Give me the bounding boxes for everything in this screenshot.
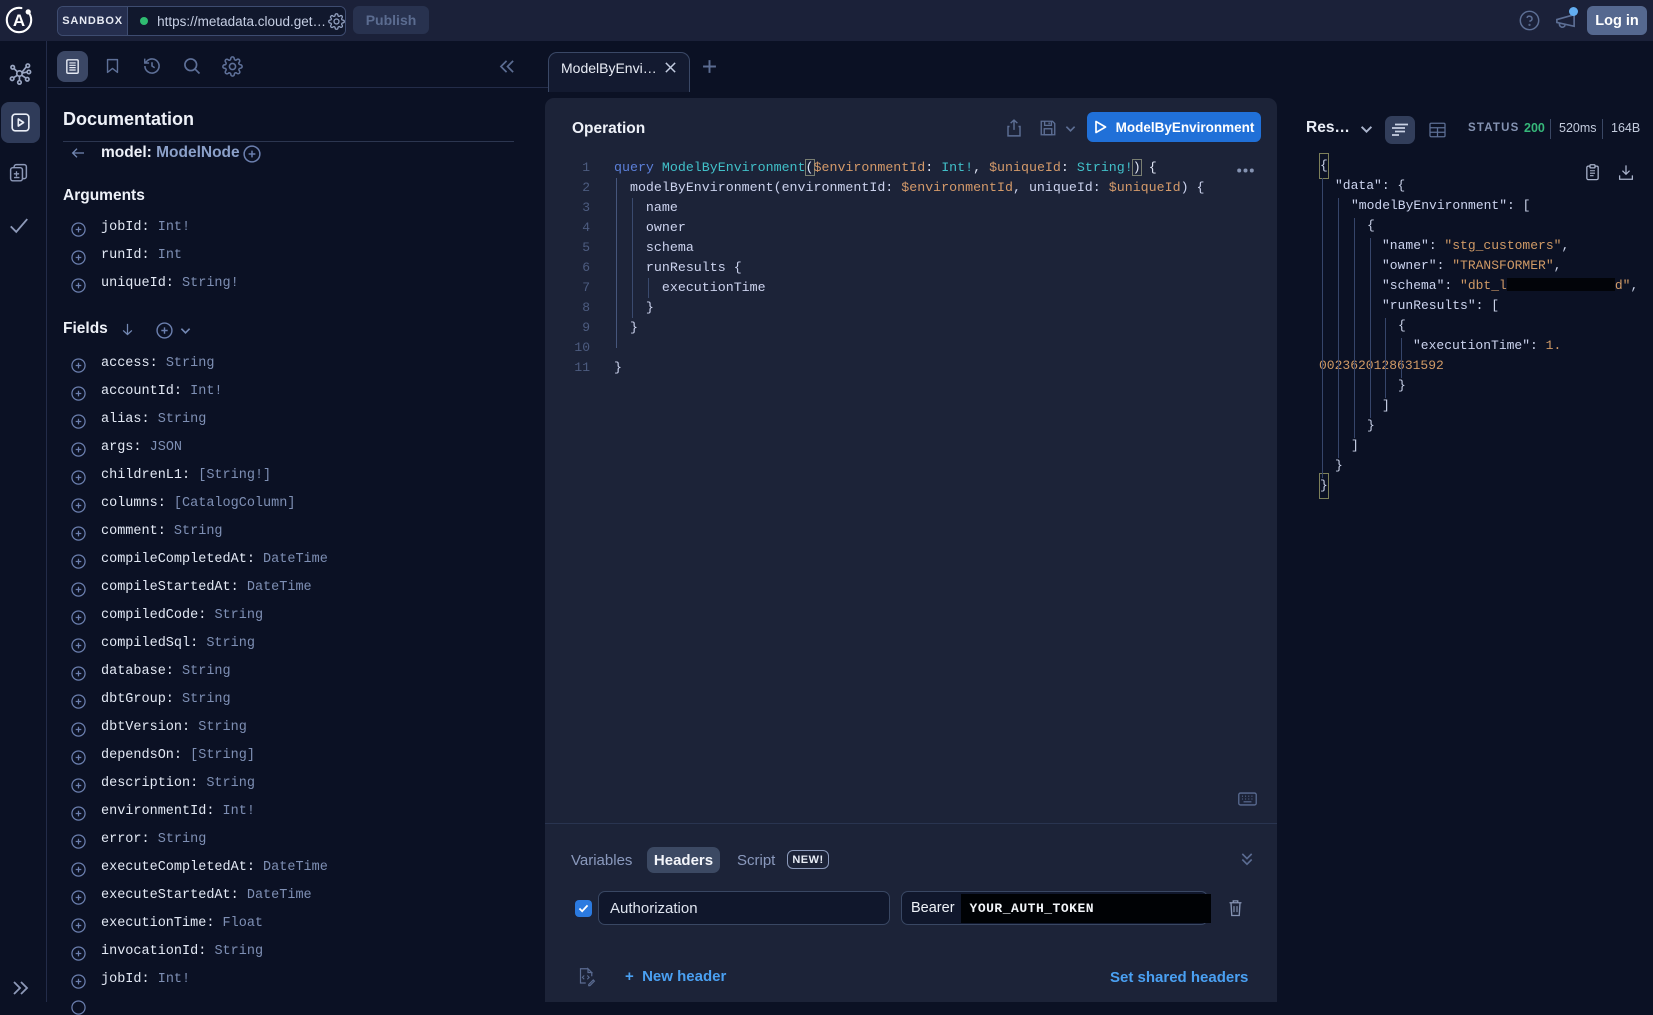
svg-text:A: A — [13, 11, 25, 30]
